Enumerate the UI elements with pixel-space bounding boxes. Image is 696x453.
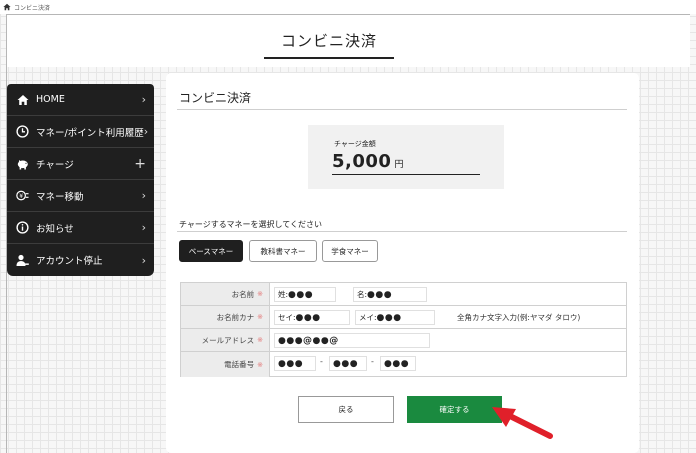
sidebar-item-home[interactable]: HOME ›: [7, 84, 154, 116]
phone-separator: -: [320, 357, 323, 366]
pointer-arrow-icon: [492, 407, 553, 439]
chevron-right-icon: ›: [141, 189, 146, 202]
info-icon: [16, 221, 29, 234]
last-name-kana-field[interactable]: セイ: ●●●: [274, 310, 350, 325]
money-transfer-icon: ¥: [16, 189, 29, 202]
chevron-right-icon: ›: [141, 221, 146, 234]
kana-hint: 全角カナ文字入力(例:ヤマダ タロウ): [457, 313, 581, 322]
piggy-bank-icon: [16, 157, 29, 170]
textbook-money-button[interactable]: 教科書マネー: [249, 240, 317, 262]
divider: [177, 231, 627, 232]
home-icon[interactable]: [3, 3, 11, 11]
sidebar-item-notices[interactable]: お知らせ ›: [7, 212, 154, 244]
sidebar-menu: HOME › マネー/ポイント利用履歴 › チャージ + ¥ マネー移動 › お…: [7, 84, 154, 276]
email-field[interactable]: ●●●@●●@: [274, 333, 430, 348]
sidebar-item-money-transfer[interactable]: ¥ マネー移動 ›: [7, 180, 154, 212]
home-icon: [16, 93, 29, 106]
money-select-label: チャージするマネーを選択してください: [179, 220, 322, 229]
chevron-right-icon: ›: [141, 253, 146, 267]
panel-title: コンビニ決済: [179, 91, 252, 105]
first-name-field[interactable]: 名: ●●●: [353, 287, 427, 302]
required-mark: ※: [257, 290, 263, 298]
page-header: コンビニ決済: [7, 15, 690, 67]
sidebar-item-label: マネー/ポイント利用履歴: [36, 127, 144, 139]
breadcrumb: コンビニ決済: [0, 0, 696, 14]
svg-text:¥: ¥: [19, 193, 23, 200]
back-button[interactable]: 戻る: [298, 396, 394, 423]
email-row: メールアドレス ※ ●●●@●●@: [181, 329, 626, 352]
plus-icon: +: [134, 155, 146, 172]
sidebar-item-label: チャージ: [36, 159, 74, 171]
divider: [177, 109, 627, 110]
sidebar-item-charge[interactable]: チャージ +: [7, 148, 154, 180]
sidebar-item-account-stop[interactable]: アカウント停止 ›: [7, 244, 154, 276]
required-mark: ※: [257, 313, 263, 321]
charge-amount-value: 5,000 円: [332, 151, 480, 175]
charge-amount-number: 5,000: [332, 151, 392, 172]
sidebar-item-label: お知らせ: [36, 223, 74, 235]
phone-part2-field[interactable]: ●●●: [329, 356, 367, 371]
sidebar-item-label: マネー移動: [36, 191, 84, 203]
confirm-button[interactable]: 確定する: [407, 396, 502, 423]
required-mark: ※: [257, 360, 263, 369]
phone-separator: -: [371, 357, 374, 366]
page-title: コンビニ決済: [264, 30, 394, 59]
user-stop-icon: [16, 254, 29, 267]
name-row: お名前 ※ 姓: ●●● 名: ●●●: [181, 283, 626, 306]
name-label: お名前 ※: [181, 283, 270, 305]
cafeteria-money-button[interactable]: 学食マネー: [322, 240, 378, 262]
last-name-field[interactable]: 姓: ●●●: [274, 287, 336, 302]
charge-amount-unit: 円: [394, 160, 404, 170]
phone-part3-field[interactable]: ●●●: [380, 356, 416, 371]
kana-row: お名前カナ ※ セイ: ●●● メイ: ●●● 全角カナ文字入力(例:ヤマダ タロウ): [181, 306, 626, 329]
sidebar-item-label: HOME: [36, 94, 65, 105]
payment-panel: コンビニ決済 チャージ金額 5,000 円 チャージするマネーを選択してください …: [166, 73, 639, 453]
email-label: メールアドレス ※: [181, 329, 270, 351]
customer-form: お名前 ※ 姓: ●●● 名: ●●● お名前カナ ※ セイ: ●●● メイ: ●●● 全角…: [180, 282, 627, 377]
charge-amount-label: チャージ金額: [334, 140, 376, 148]
sidebar-item-label: アカウント停止: [36, 256, 103, 267]
phone-row: 電話番号 ※ ●●● - ●●● - ●●●: [181, 352, 626, 377]
kana-label: お名前カナ ※: [181, 306, 270, 328]
first-name-kana-field[interactable]: メイ: ●●●: [355, 310, 435, 325]
chevron-right-icon: ›: [141, 93, 146, 106]
sidebar-item-history[interactable]: マネー/ポイント利用履歴 ›: [7, 116, 154, 148]
phone-part1-field[interactable]: ●●●: [274, 356, 316, 371]
breadcrumb-label: コンビニ決済: [14, 4, 51, 12]
charge-amount-box: チャージ金額 5,000 円: [308, 125, 504, 189]
chevron-right-icon: ›: [143, 125, 149, 138]
required-mark: ※: [257, 336, 263, 344]
base-money-button[interactable]: ベースマネー: [179, 240, 243, 262]
clock-icon: [16, 125, 29, 138]
phone-label: 電話番号 ※: [181, 352, 270, 377]
